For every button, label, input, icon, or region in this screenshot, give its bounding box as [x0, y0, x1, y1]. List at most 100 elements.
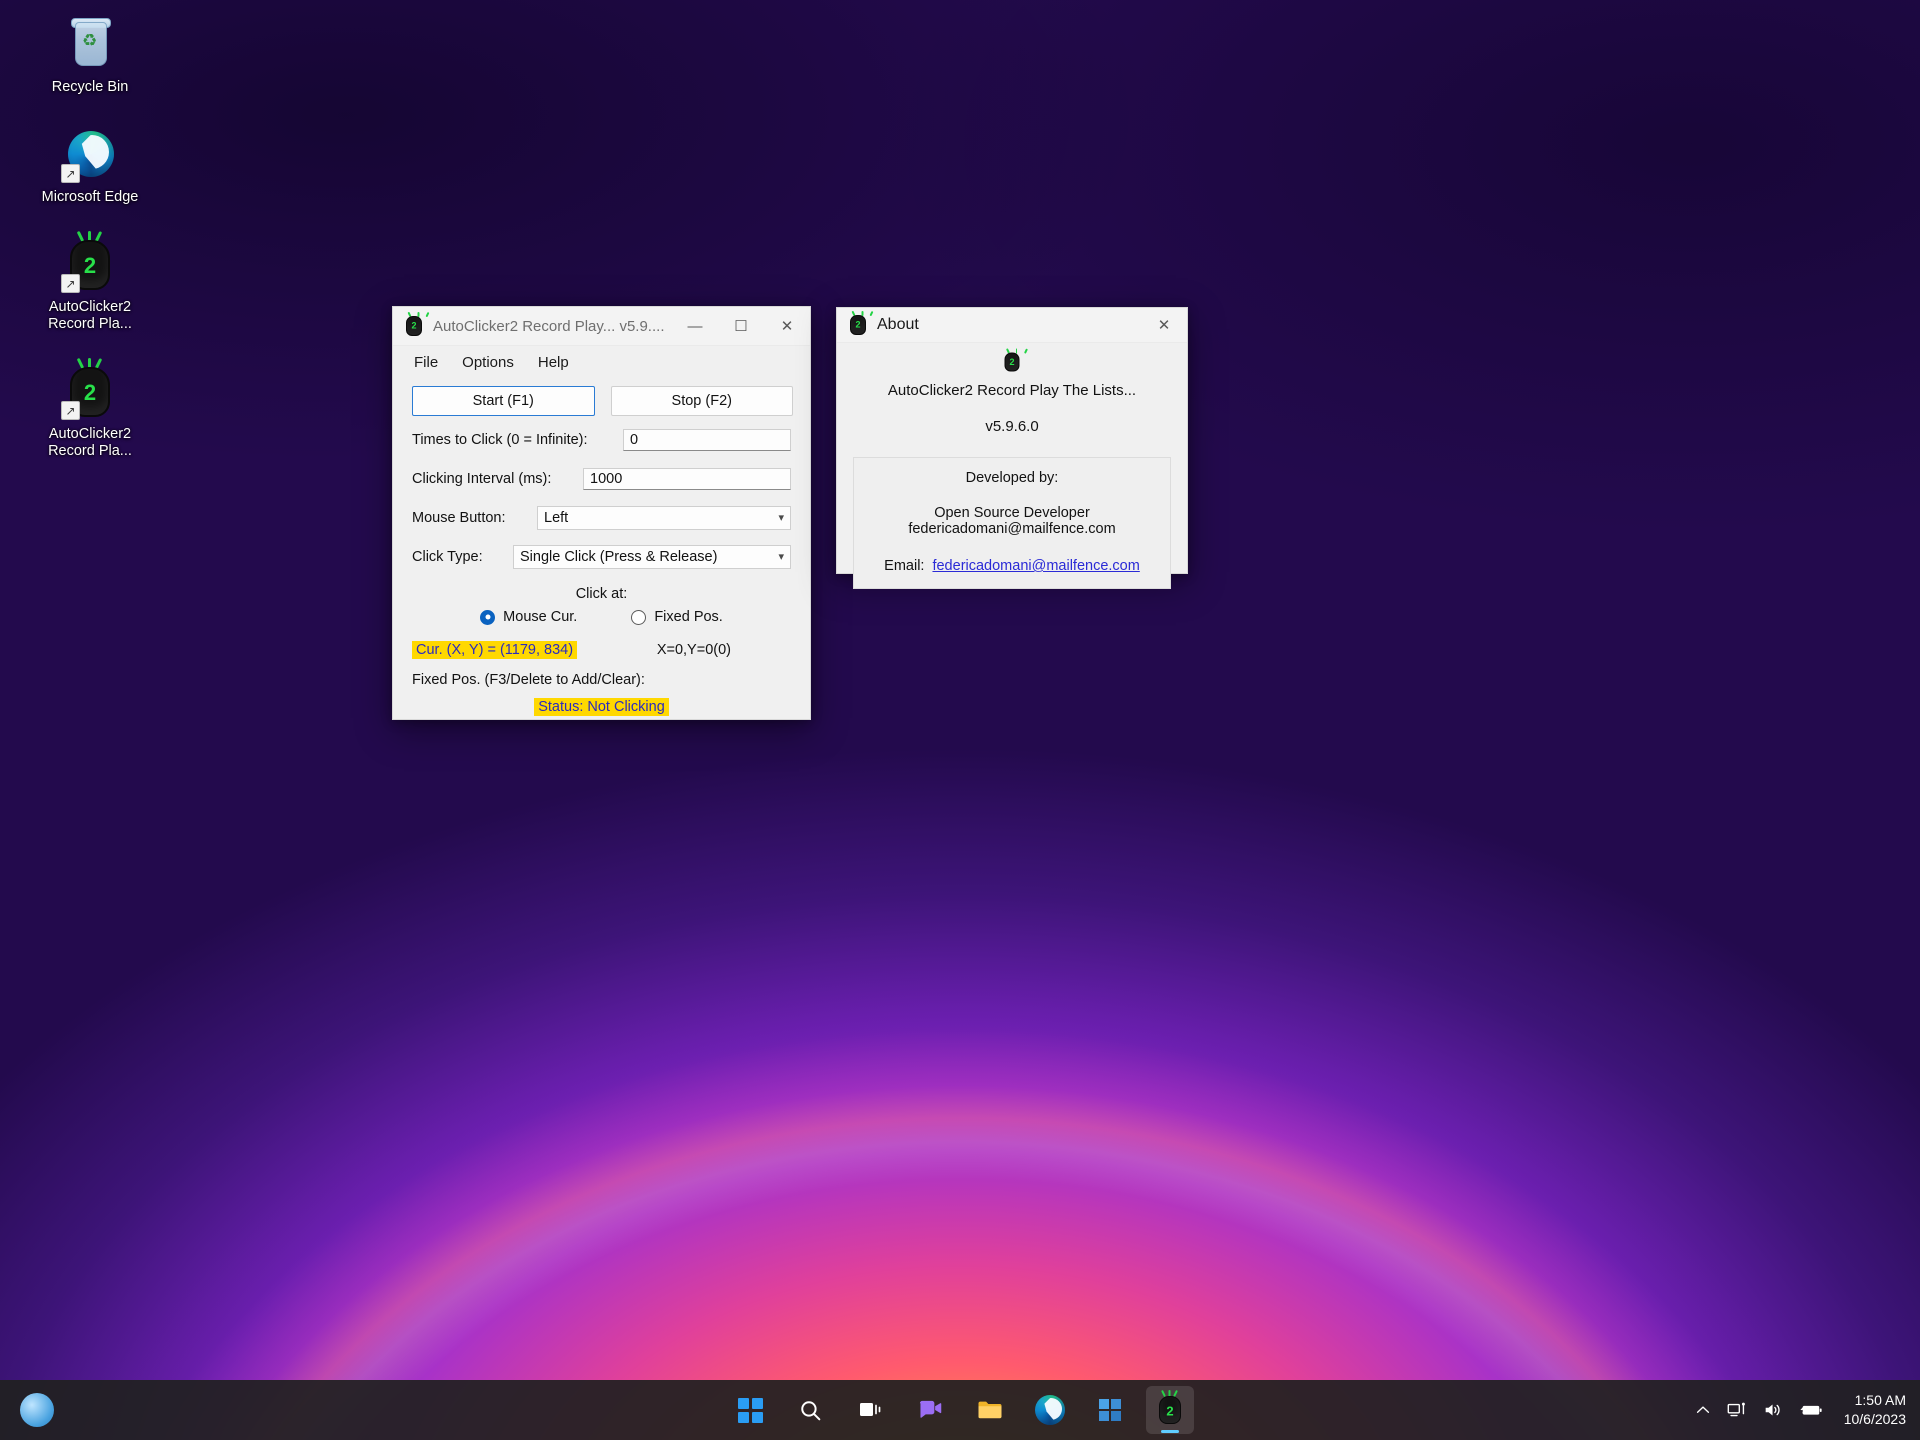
cursor-position-readout: Cur. (X, Y) = (1179, 834): [412, 641, 578, 659]
desktop-icon-label: Recycle Bin: [51, 79, 129, 95]
email-label: Email:: [884, 558, 925, 574]
cursor-readout-row: Cur. (X, Y) = (1179, 834) X=0,Y=0(0): [393, 641, 810, 659]
action-button-row: Start (F1) Stop (F2): [393, 378, 810, 416]
radio-mouse-cursor-label: Mouse Cur.: [503, 609, 578, 625]
click-type-value: Single Click (Press & Release): [520, 549, 718, 565]
mouse-button-label: Mouse Button:: [412, 510, 506, 526]
status-row: Status: Not Clicking: [393, 698, 810, 716]
autoclicker-icon: 2 ↗: [61, 231, 119, 294]
mouse-button-row: Mouse Button: Left ▾: [393, 503, 810, 533]
radio-fixed-position[interactable]: Fixed Pos.: [631, 609, 723, 625]
taskbar: 2 1:50 AM 10/6/2023: [0, 1380, 1920, 1440]
about-close-button[interactable]: ✕: [1141, 306, 1187, 344]
weather-icon[interactable]: [20, 1393, 54, 1427]
click-type-select[interactable]: Single Click (Press & Release) ▾: [513, 545, 791, 569]
autoclicker-icon: 2: [1003, 348, 1028, 373]
about-developer-panel: Developed by: Open Source Developer fede…: [853, 457, 1171, 589]
desktop-icon-recycle-bin[interactable]: ♻ Recycle Bin: [30, 10, 150, 104]
about-email-row: Email: federicadomani@mailfence.com: [854, 558, 1170, 574]
desktop-icon-label: Microsoft Edge: [41, 189, 139, 205]
menu-options[interactable]: Options: [453, 350, 523, 375]
clock-date: 10/6/2023: [1843, 1411, 1906, 1427]
click-type-label: Click Type:: [412, 549, 483, 565]
autoclicker-icon: 2 ↗: [61, 358, 119, 421]
desktop-icon-list: ♻ Recycle Bin ↗ Microsoft Edge 2 ↗ AutoC…: [0, 0, 180, 484]
click-at-options: Mouse Cur. Fixed Pos.: [393, 609, 810, 625]
about-header: 2 AutoClicker2 Record Play The Lists... …: [837, 343, 1187, 435]
windows-logo-icon: [737, 1397, 763, 1423]
developed-by-label: Developed by:: [965, 470, 1059, 486]
times-to-click-label: Times to Click (0 = Infinite):: [412, 432, 588, 448]
close-button[interactable]: ✕: [764, 307, 810, 345]
clock-time: 1:50 AM: [1854, 1392, 1906, 1408]
taskbar-chat-button[interactable]: [906, 1386, 954, 1434]
shortcut-arrow-icon: ↗: [61, 401, 80, 420]
search-icon: [800, 1400, 820, 1420]
about-titlebar[interactable]: 2 About ✕: [837, 308, 1187, 343]
taskbar-left: [20, 1380, 54, 1440]
desktop-icon-microsoft-edge[interactable]: ↗ Microsoft Edge: [30, 120, 150, 214]
radio-mouse-cursor[interactable]: Mouse Cur.: [480, 609, 577, 625]
edge-icon: ↗: [61, 126, 119, 184]
taskbar-autoclicker2-button[interactable]: 2: [1146, 1386, 1194, 1434]
menu-file[interactable]: File: [405, 350, 447, 375]
window-titlebar[interactable]: 2 AutoClicker2 Record Play... v5.9.... —…: [393, 307, 810, 346]
clicking-interval-label: Clicking Interval (ms):: [412, 471, 552, 487]
clicking-interval-input[interactable]: 1000: [583, 468, 791, 490]
developer-email: federicadomani@mailfence.com: [908, 521, 1116, 537]
taskbar-search-button[interactable]: [786, 1386, 834, 1434]
click-type-row: Click Type: Single Click (Press & Releas…: [393, 542, 810, 572]
desktop-icon-label: AutoClicker2 Record Pla...: [48, 426, 132, 459]
maximize-button[interactable]: ☐: [718, 307, 764, 345]
status-badge: Status: Not Clicking: [534, 698, 669, 716]
network-icon[interactable]: [1726, 1399, 1748, 1421]
mouse-button-value: Left: [544, 510, 569, 526]
taskbar-start-button[interactable]: [726, 1386, 774, 1434]
about-dialog: 2 About ✕ 2 AutoClicker2 Record Play The…: [836, 307, 1188, 589]
minimize-button[interactable]: —: [672, 307, 718, 345]
developer-name: Open Source Developer: [934, 505, 1090, 521]
clicking-interval-row: Clicking Interval (ms): 1000: [393, 464, 810, 494]
desktop: ♻ Recycle Bin ↗ Microsoft Edge 2 ↗ AutoC…: [0, 0, 1920, 1440]
stop-button[interactable]: Stop (F2): [610, 386, 793, 416]
chat-icon: [919, 1400, 941, 1418]
recycle-bin-icon: ♻: [61, 16, 119, 74]
taskbar-clock[interactable]: 1:50 AM 10/6/2023: [1844, 1391, 1906, 1429]
taskbar-app-buttons: 2: [726, 1380, 1194, 1440]
chevron-down-icon: ▾: [778, 550, 784, 563]
radio-fixed-position-label: Fixed Pos.: [654, 609, 723, 625]
taskbar-microsoft-store-button[interactable]: [1086, 1386, 1134, 1434]
mouse-button-select[interactable]: Left ▾: [537, 506, 791, 530]
chevron-down-icon: ▾: [778, 511, 784, 524]
about-app-name: AutoClicker2 Record Play The Lists...: [887, 382, 1137, 399]
menu-bar: File Options Help: [393, 346, 810, 378]
about-window-controls: ✕: [1141, 306, 1187, 344]
menu-help[interactable]: Help: [529, 350, 578, 375]
desktop-icon-label: AutoClicker2 Record Pla...: [48, 299, 132, 332]
times-to-click-row: Times to Click (0 = Infinite): 0: [393, 425, 810, 455]
taskbar-task-view-button[interactable]: [846, 1386, 894, 1434]
task-view-icon: [860, 1403, 881, 1416]
taskbar-microsoft-edge-button[interactable]: [1026, 1386, 1074, 1434]
about-version: v5.9.6.0: [985, 418, 1039, 435]
shortcut-arrow-icon: ↗: [61, 274, 80, 293]
desktop-icon-autoclicker2-1[interactable]: 2 ↗ AutoClicker2 Record Pla...: [30, 230, 150, 341]
about-title: About: [877, 316, 919, 333]
email-link[interactable]: federicadomani@mailfence.com: [932, 558, 1139, 574]
taskbar-tray: 1:50 AM 10/6/2023: [1694, 1380, 1906, 1440]
desktop-icon-autoclicker2-2[interactable]: 2 ↗ AutoClicker2 Record Pla...: [30, 357, 150, 468]
start-button[interactable]: Start (F1): [412, 386, 595, 416]
store-icon: [1099, 1399, 1121, 1421]
chevron-up-icon[interactable]: [1694, 1401, 1712, 1419]
shortcut-arrow-icon: ↗: [61, 164, 80, 183]
taskbar-file-explorer-button[interactable]: [966, 1386, 1014, 1434]
radio-selected-icon: [480, 609, 496, 625]
times-to-click-input[interactable]: 0: [623, 429, 791, 451]
battery-charging-icon[interactable]: [1798, 1399, 1824, 1421]
fixed-position-readout: X=0,Y=0(0): [656, 642, 731, 658]
autoclicker-icon: 2: [847, 310, 874, 336]
volume-icon[interactable]: [1762, 1399, 1784, 1421]
window-controls: — ☐ ✕: [672, 307, 810, 345]
window-title: AutoClicker2 Record Play... v5.9....: [433, 317, 665, 335]
click-at-heading: Click at:: [575, 586, 628, 602]
